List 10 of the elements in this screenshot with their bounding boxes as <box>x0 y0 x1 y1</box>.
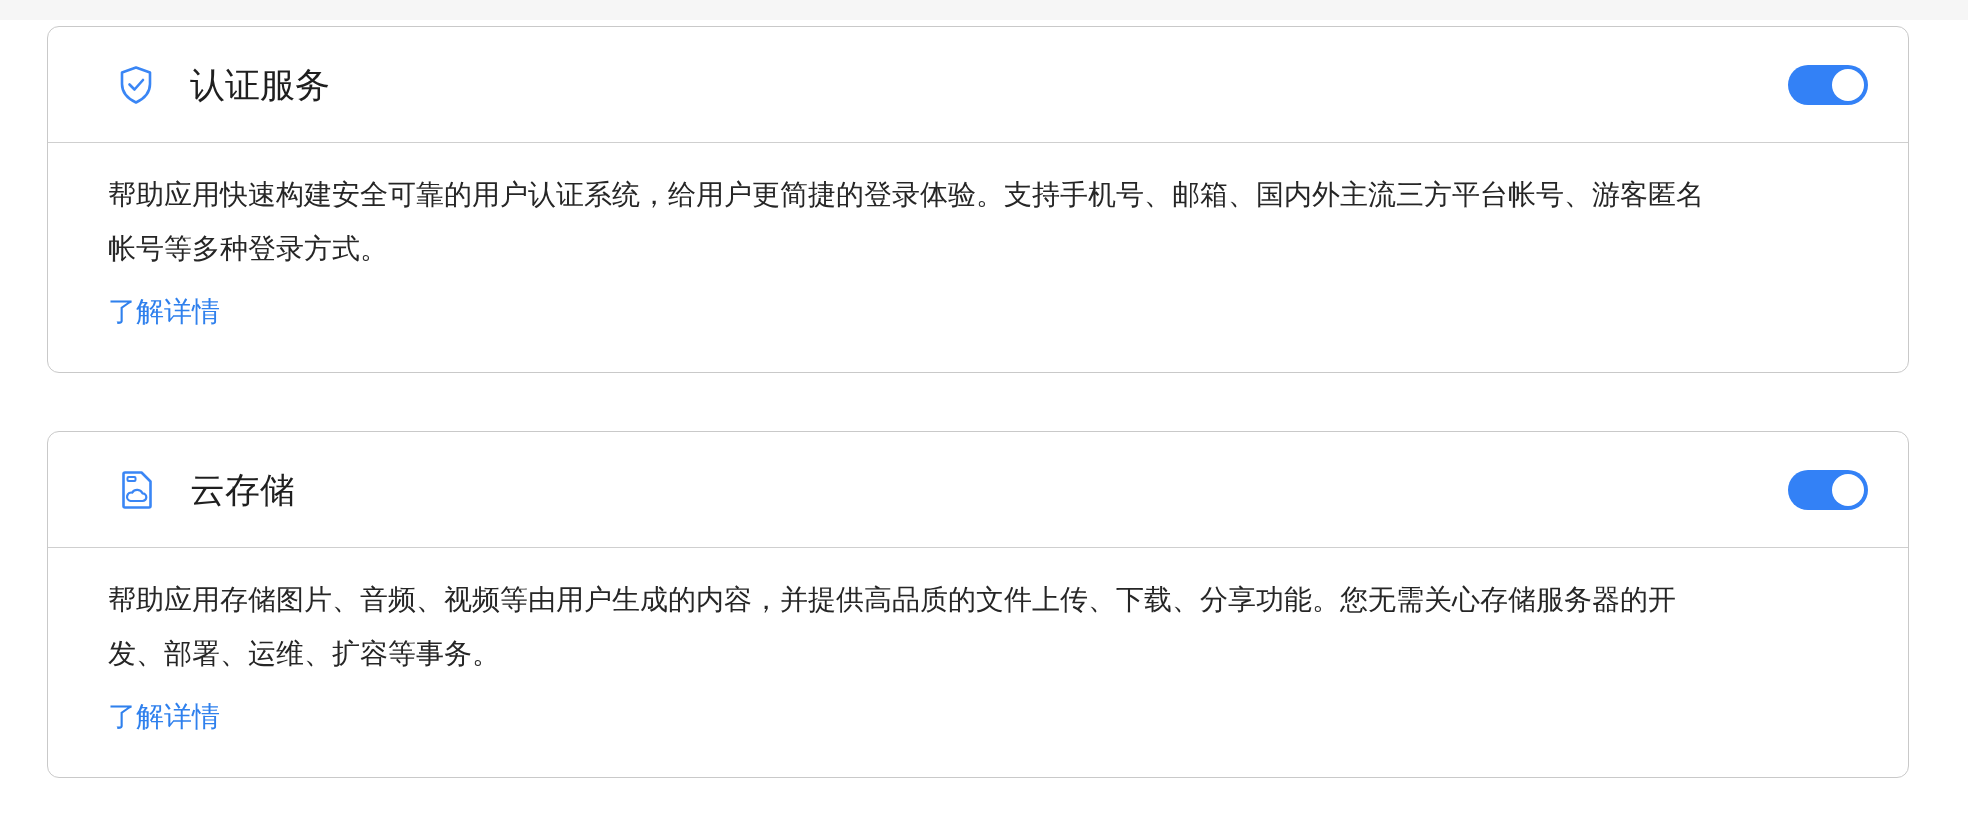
service-title: 云存储 <box>190 468 295 511</box>
service-title: 认证服务 <box>190 63 330 106</box>
service-description: 帮助应用存储图片、音频、视频等由用户生成的内容，并提供高品质的文件上传、下载、分享功能。您无需关心存储服务器的开发、部署、运维、扩容等事务。 <box>108 583 1677 671</box>
cloud-document-icon <box>119 470 152 509</box>
learn-more-link[interactable]: 了解详情 <box>108 697 220 737</box>
service-description: 帮助应用快速构建安全可靠的用户认证系统，给用户更简捷的登录体验。支持手机号、邮箱、国内外主流三方平台帐号、游客匿名帐号等多种登录方式。 <box>108 178 1705 266</box>
learn-more-link[interactable]: 了解详情 <box>108 292 220 332</box>
toggle-switch[interactable] <box>1788 469 1868 510</box>
shield-check-icon <box>118 64 153 105</box>
toggle-switch[interactable] <box>1788 64 1868 105</box>
